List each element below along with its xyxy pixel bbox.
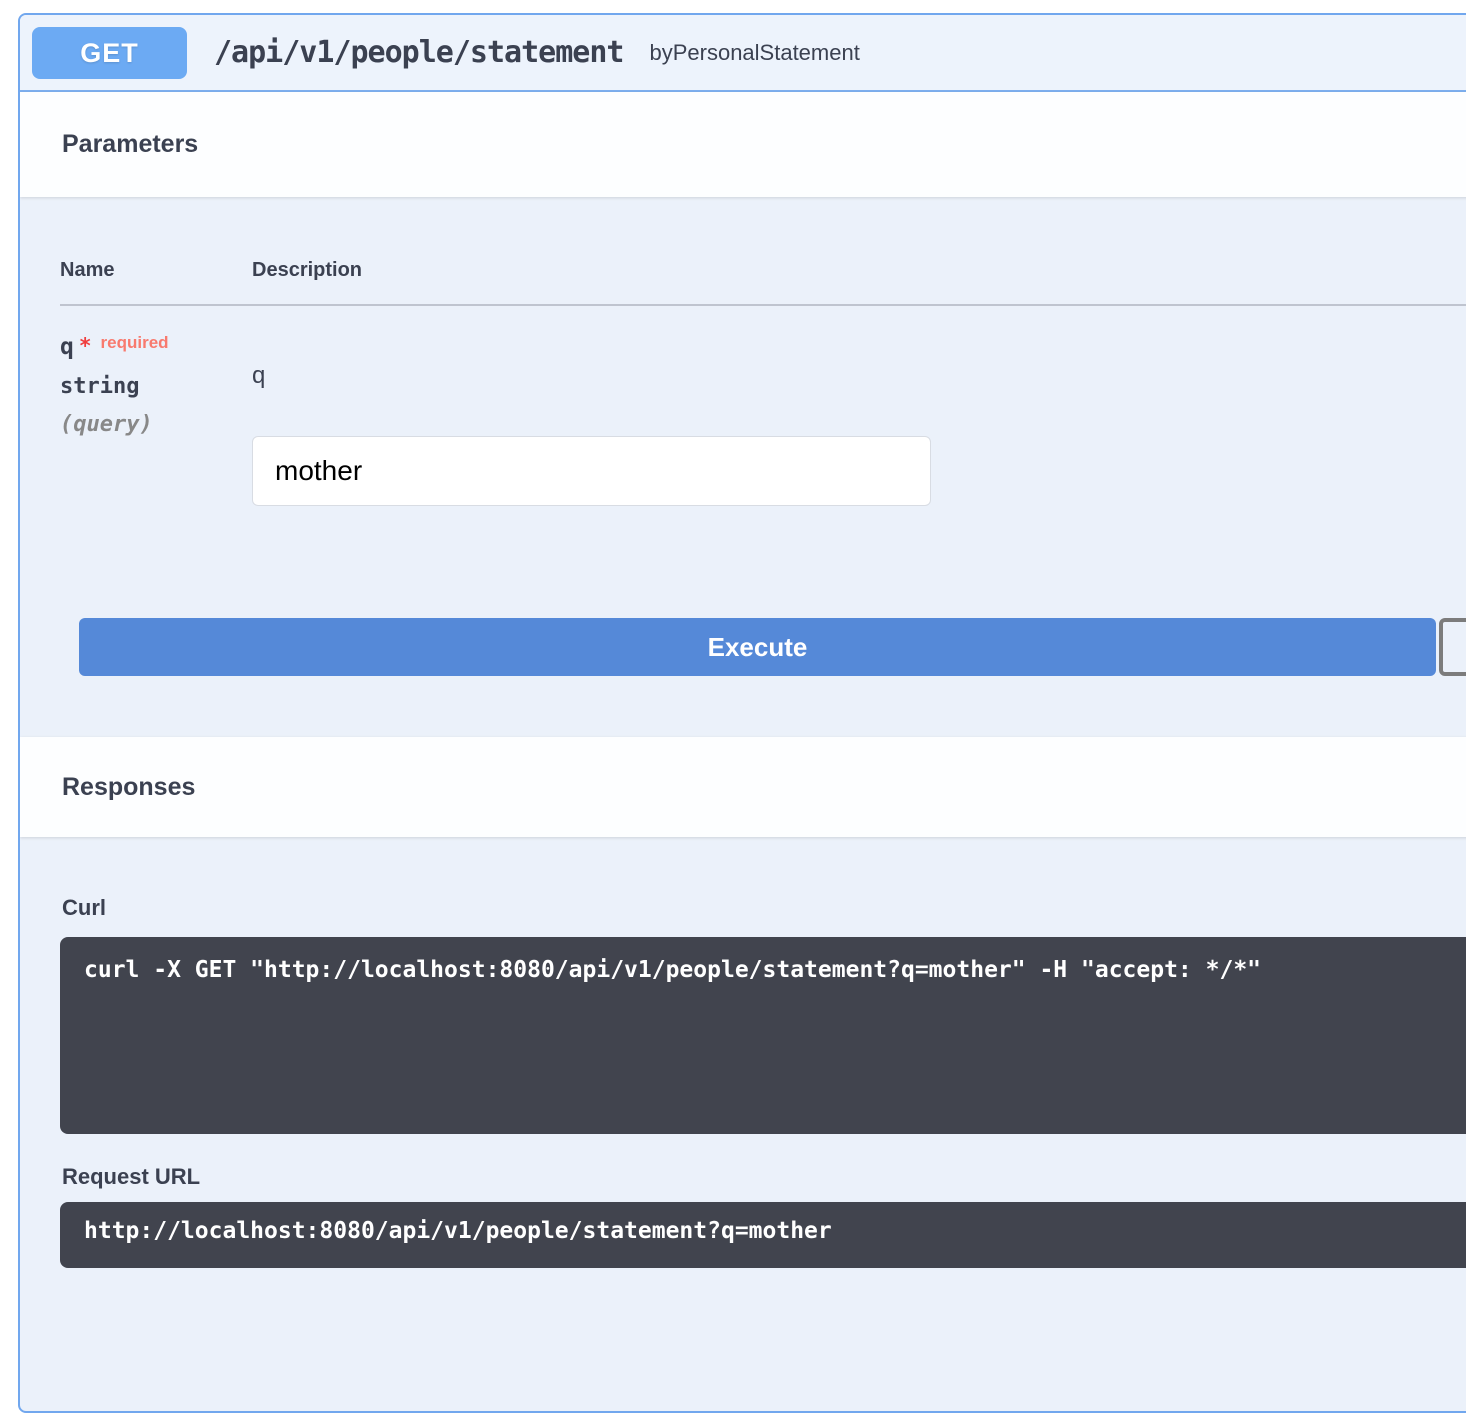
required-label: required [101, 333, 169, 352]
parameter-row-q: q*required string (query) q [60, 306, 1466, 506]
parameter-description: q [252, 362, 1466, 390]
column-header-name: Name [60, 259, 252, 304]
parameter-description-cell: q [252, 334, 1466, 506]
endpoint-path: /api/v1/people/statement [214, 35, 623, 70]
request-url-block: http://localhost:8080/api/v1/people/stat… [60, 1202, 1466, 1268]
column-header-description: Description [252, 259, 1466, 304]
responses-section-header: Responses [20, 737, 1466, 837]
curl-command-text[interactable]: curl -X GET "http://localhost:8080/api/v… [60, 937, 1466, 1003]
execute-button[interactable]: Execute [79, 618, 1436, 676]
parameter-name-cell: q* required string (query) [60, 334, 252, 506]
parameter-location: (query) [60, 412, 252, 437]
operation-summary-header[interactable]: GET /api/v1/people/statement byPersonalS… [20, 15, 1466, 92]
parameters-section-header: Parameters [20, 92, 1466, 197]
parameter-q-input[interactable] [252, 436, 931, 506]
required-star: * [79, 334, 92, 358]
responses-title: Responses [62, 773, 195, 802]
parameters-content: Name Description q*required string (quer… [20, 197, 1466, 676]
operation-id: byPersonalStatement [649, 40, 859, 66]
http-method-badge[interactable]: GET [32, 27, 187, 79]
curl-label: Curl [60, 895, 1466, 921]
parameters-title: Parameters [62, 130, 198, 159]
clear-button[interactable] [1439, 618, 1466, 676]
request-url-label: Request URL [60, 1164, 1466, 1190]
request-url-text: http://localhost:8080/api/v1/people/stat… [60, 1202, 1466, 1264]
curl-command-block[interactable]: curl -X GET "http://localhost:8080/api/v… [60, 937, 1466, 1134]
operation-block: GET /api/v1/people/statement byPersonalS… [18, 13, 1466, 1413]
parameter-name: q* required [60, 334, 252, 360]
parameters-table-header: Name Description [60, 259, 1466, 306]
parameter-type: string [60, 374, 252, 399]
parameter-name-text: q [60, 334, 74, 360]
responses-content: Curl curl -X GET "http://localhost:8080/… [20, 837, 1466, 1348]
execute-row: Execute [79, 618, 1466, 676]
